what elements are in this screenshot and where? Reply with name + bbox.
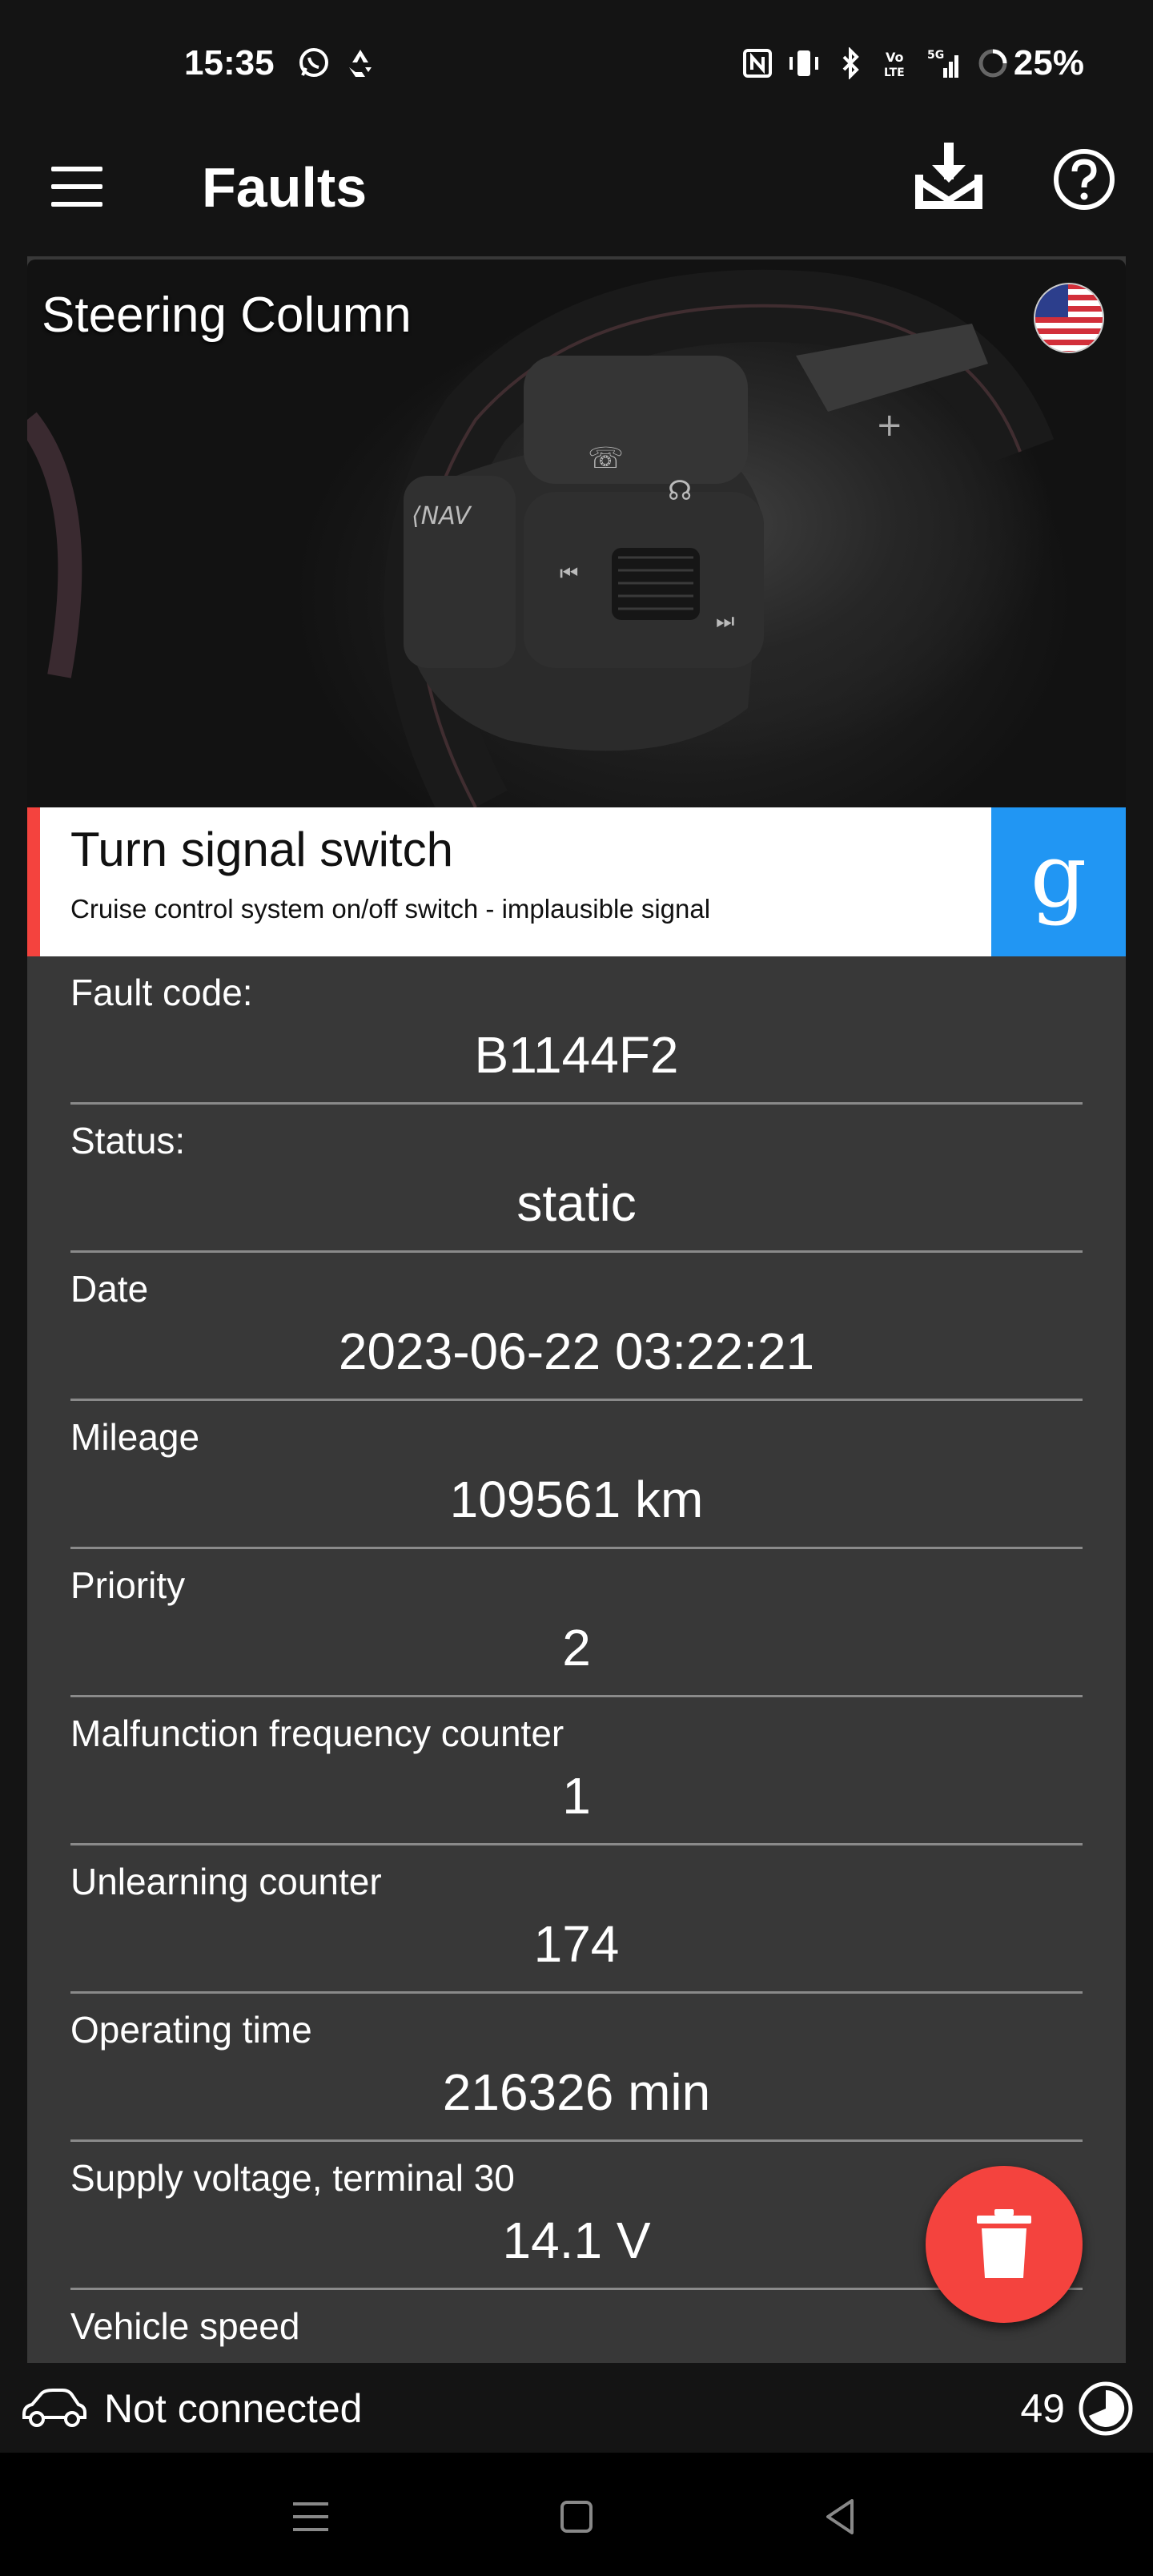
content: ⟨NAV ☏ ☊ ⏮ ⏭ + Steering Column Turn sign… bbox=[0, 256, 1153, 2363]
field-mileage: Mileage 109561 km bbox=[70, 1401, 1083, 1549]
fault-card[interactable]: ⟨NAV ☏ ☊ ⏮ ⏭ + Steering Column Turn sign… bbox=[27, 256, 1126, 2363]
trash-icon bbox=[977, 2209, 1031, 2278]
hero-image: ⟨NAV ☏ ☊ ⏮ ⏭ + Steering Column bbox=[27, 260, 1126, 807]
menu-icon bbox=[51, 167, 102, 171]
volte-icon: Vo LTE bbox=[884, 50, 905, 79]
battery-ring-icon bbox=[978, 49, 1007, 78]
fault-description: Cruise control system on/off switch - im… bbox=[70, 894, 711, 924]
field-fault-code: Fault code: B1144F2 bbox=[70, 956, 1083, 1105]
page-title: Faults bbox=[202, 156, 368, 219]
download-icon bbox=[915, 143, 982, 209]
field-priority: Priority 2 bbox=[70, 1549, 1083, 1697]
system-nav-bar bbox=[0, 2453, 1153, 2576]
svg-text:5G: 5G bbox=[927, 49, 944, 62]
google-icon: g bbox=[1030, 824, 1087, 927]
fault-header: Turn signal switch Cruise control system… bbox=[27, 807, 1126, 956]
svg-text:☏: ☏ bbox=[588, 442, 624, 475]
connection-bar: Not connected 49 bbox=[0, 2363, 1153, 2453]
module-title: Steering Column bbox=[42, 288, 412, 343]
connection-status: Not connected bbox=[104, 2386, 363, 2431]
app-bar: Faults bbox=[0, 136, 1153, 256]
google-search-button[interactable]: g bbox=[991, 807, 1126, 956]
field-operating-time: Operating time 216326 min bbox=[70, 1994, 1083, 2142]
svg-text:Vo: Vo bbox=[886, 50, 904, 65]
recents-icon[interactable] bbox=[287, 2493, 335, 2541]
svg-text:LTE: LTE bbox=[884, 66, 905, 79]
menu-button[interactable] bbox=[50, 160, 106, 216]
field-date: Date 2023-06-22 03:22:21 bbox=[70, 1253, 1083, 1401]
svg-text:⟨NAV: ⟨NAV bbox=[412, 502, 472, 530]
download-button[interactable] bbox=[913, 138, 985, 218]
home-icon[interactable] bbox=[552, 2493, 601, 2541]
status-time: 15:35 bbox=[184, 43, 275, 83]
svg-text:☊: ☊ bbox=[668, 475, 692, 507]
bluetooth-icon bbox=[842, 47, 859, 79]
svg-text:⏭: ⏭ bbox=[716, 610, 734, 634]
help-button[interactable] bbox=[1052, 147, 1116, 211]
vibrate-icon bbox=[789, 50, 818, 76]
nfc-icon bbox=[742, 49, 772, 78]
battery-level: 25% bbox=[1013, 43, 1084, 83]
pie-chart-icon[interactable] bbox=[1078, 2381, 1134, 2437]
recycle-icon bbox=[349, 50, 372, 77]
field-vehicle-speed: Vehicle speed bbox=[70, 2305, 300, 2347]
us-flag-icon[interactable] bbox=[1033, 282, 1105, 354]
back-icon[interactable] bbox=[817, 2493, 865, 2541]
field-malfunction-frequency: Malfunction frequency counter 1 bbox=[70, 1697, 1083, 1845]
severity-bar bbox=[27, 807, 40, 956]
status-bar: 15:35 Vo LTE 5G 25% bbox=[0, 0, 1153, 136]
whatsapp-icon bbox=[299, 48, 328, 77]
field-status: Status: static bbox=[70, 1105, 1083, 1253]
car-icon bbox=[22, 2389, 86, 2427]
svg-text:⏮: ⏮ bbox=[560, 561, 578, 586]
help-icon bbox=[1054, 149, 1115, 210]
svg-text:+: + bbox=[876, 407, 903, 444]
fault-count: 49 bbox=[1020, 2386, 1065, 2431]
signal-icon: 5G bbox=[927, 49, 958, 78]
delete-fault-button[interactable] bbox=[926, 2166, 1083, 2323]
fault-name: Turn signal switch bbox=[70, 823, 453, 876]
field-unlearning-counter: Unlearning counter 174 bbox=[70, 1845, 1083, 1994]
